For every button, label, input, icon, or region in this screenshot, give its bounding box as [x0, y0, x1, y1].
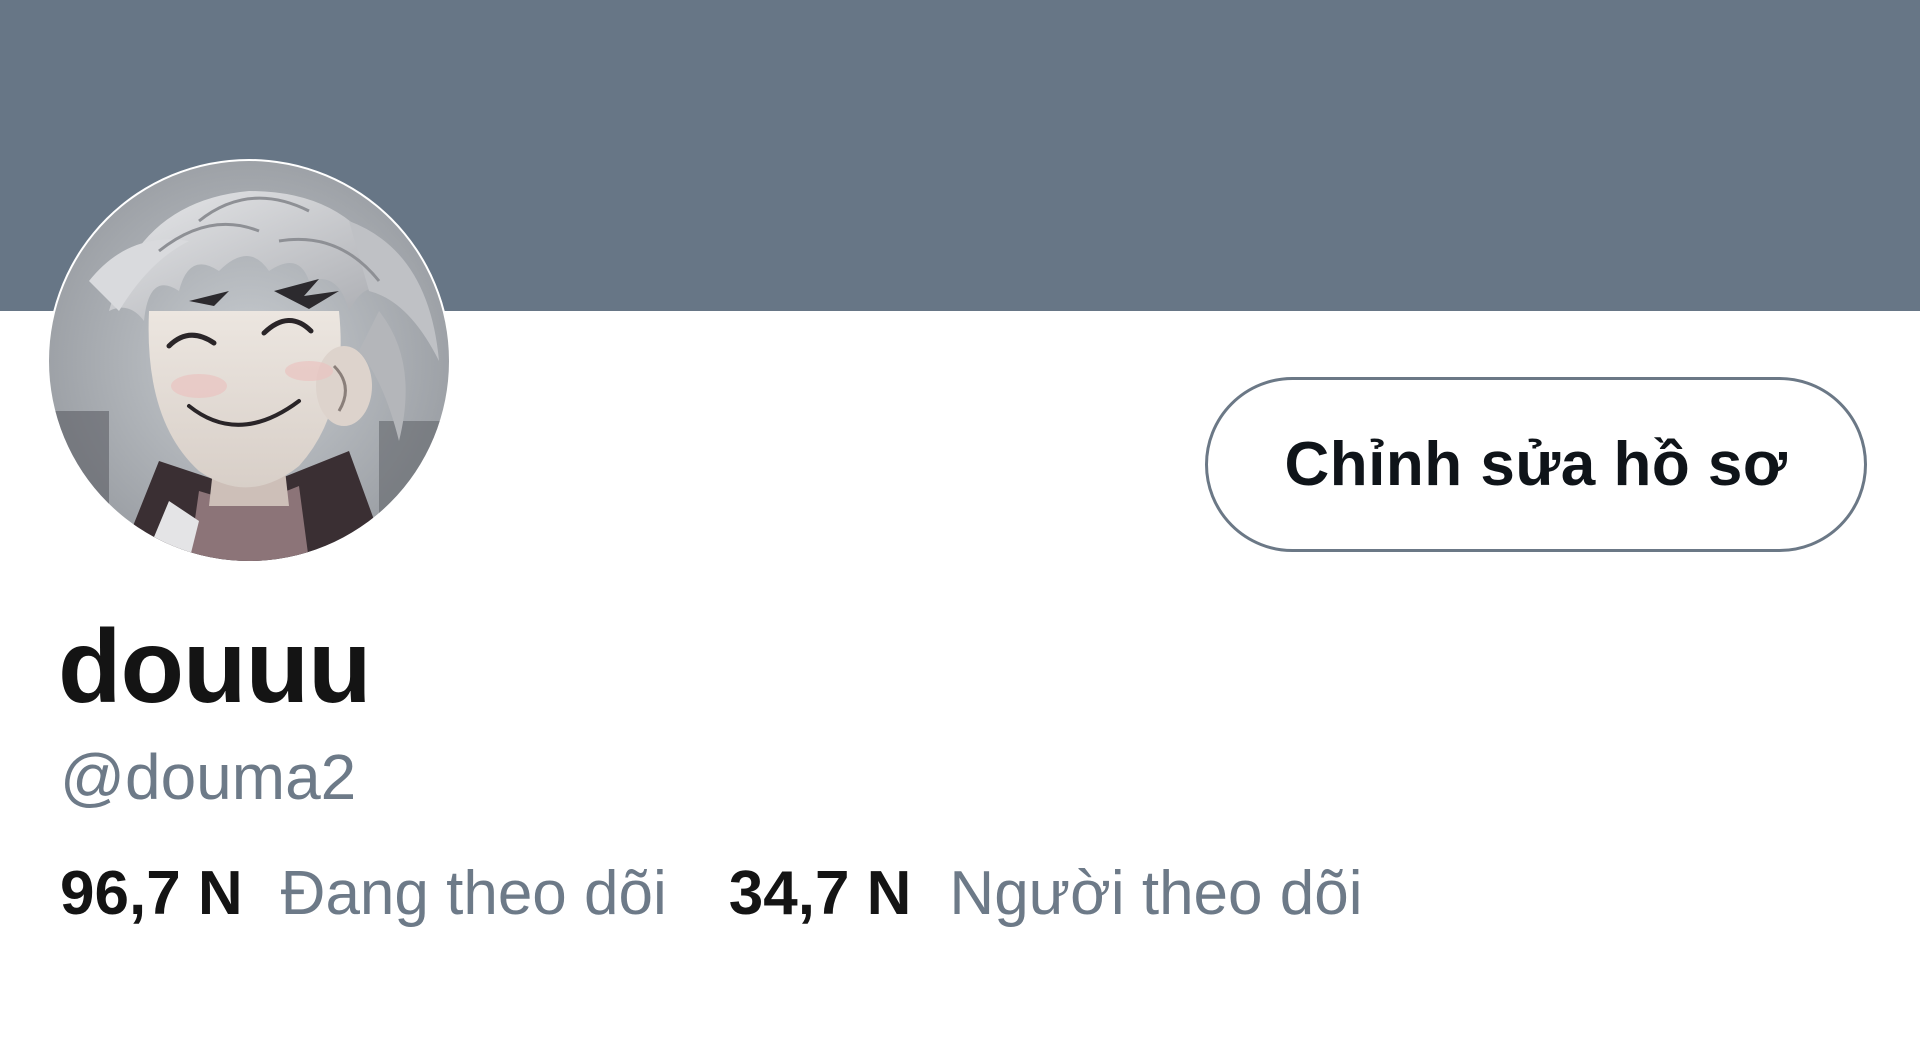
followers-stat[interactable]: 34,7 N Người theo dõi	[729, 863, 1363, 925]
profile-header: Chỉnh sửa hồ sơ douuu @douma2 96,7 N Đan…	[0, 0, 1920, 1045]
avatar[interactable]	[49, 161, 449, 561]
display-name: douuu	[58, 609, 372, 725]
following-count: 96,7 N	[60, 859, 243, 928]
anime-character-avatar-icon	[49, 161, 449, 561]
followers-count: 34,7 N	[728, 859, 912, 928]
username-handle: @douma2	[60, 741, 357, 813]
following-label: Đang theo dõi	[280, 859, 667, 928]
following-stat[interactable]: 96,7 N Đang theo dõi	[60, 863, 667, 925]
follow-stats: 96,7 N Đang theo dõi 34,7 N Người theo d…	[60, 863, 1362, 925]
followers-label: Người theo dõi	[949, 859, 1363, 928]
edit-profile-button[interactable]: Chỉnh sửa hồ sơ	[1205, 377, 1867, 552]
edit-profile-label: Chỉnh sửa hồ sơ	[1284, 430, 1788, 499]
